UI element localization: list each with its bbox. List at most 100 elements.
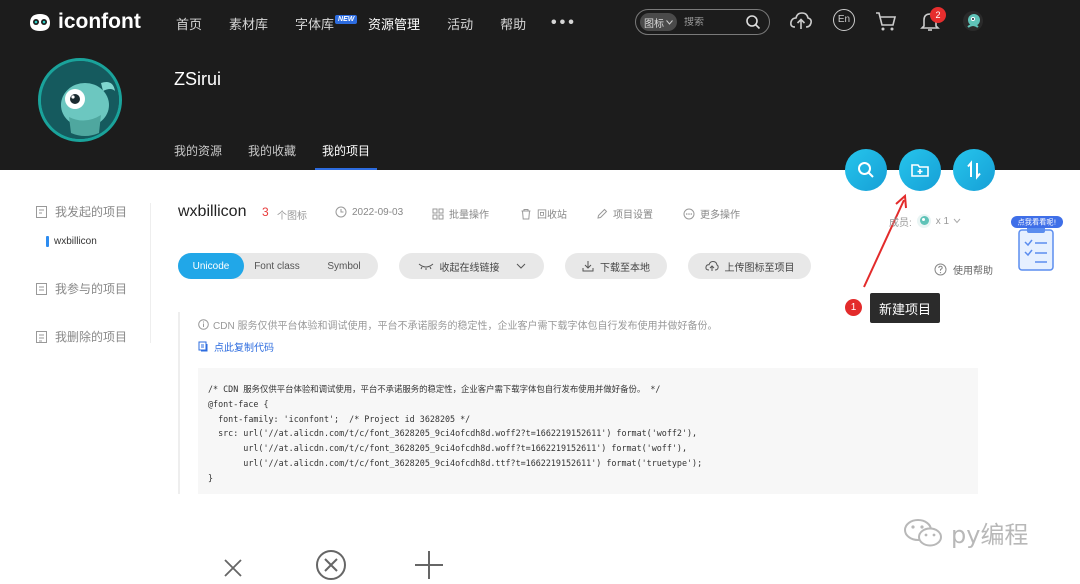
more-actions-button[interactable]: 更多操作 — [683, 206, 740, 221]
logo-icon — [30, 14, 50, 31]
chevron-down-icon — [666, 19, 673, 25]
format-tabs: Unicode Font class Symbol — [178, 253, 378, 279]
tab-unicode[interactable]: Unicode — [178, 253, 244, 279]
download-icon — [582, 261, 594, 272]
clock-icon — [335, 206, 347, 218]
question-circle-icon — [934, 263, 947, 276]
profile-tabs: 我的资源 我的收藏 我的项目 — [174, 142, 396, 170]
tab-my-projects[interactable]: 我的项目 — [315, 142, 378, 170]
new-project-button[interactable] — [899, 149, 941, 191]
icon-count-label: 个图标 — [277, 211, 307, 222]
new-badge: NEW — [335, 15, 358, 24]
batch-operation-button[interactable]: 批量操作 — [432, 206, 489, 221]
wechat-icon — [904, 518, 942, 546]
more-circle-icon — [683, 208, 695, 219]
help-link[interactable]: 使用帮助 — [934, 262, 993, 277]
promo-label: 点我看看呢! — [1018, 218, 1057, 227]
tab-my-favorites[interactable]: 我的收藏 — [248, 142, 296, 159]
icon-count: 3 — [262, 205, 269, 219]
copy-code-link[interactable]: 点此复制代码 — [198, 339, 274, 354]
sort-projects-button[interactable] — [953, 149, 995, 191]
help-label: 使用帮助 — [953, 266, 993, 277]
profile-username: ZSirui — [174, 69, 222, 89]
search-type-label: 图标 — [644, 18, 664, 30]
iconfont-logo[interactable]: iconfont — [28, 10, 141, 34]
language-toggle[interactable]: En — [833, 9, 855, 31]
notification-badge: 2 — [930, 7, 946, 23]
chevron-down-icon — [953, 218, 961, 224]
tab-my-resources[interactable]: 我的资源 — [174, 142, 222, 159]
watermark-text: py编程 — [951, 521, 1029, 549]
sidebar-item-started[interactable]: 我发起的项目 — [35, 203, 127, 220]
doc-icon — [36, 282, 47, 295]
code-line: src: url('//at.alicdn.com/t/c/font_36282… — [208, 428, 698, 439]
sidebar-project-wxbillicon[interactable]: wxbillicon — [46, 236, 97, 247]
profile-avatar[interactable] — [38, 58, 122, 142]
tab-symbol[interactable]: Symbol — [310, 253, 378, 279]
chameleon-avatar-icon — [41, 61, 119, 139]
sidebar-item-label: 我发起的项目 — [55, 205, 128, 219]
project-settings-button[interactable]: 项目设置 — [596, 206, 653, 221]
nav-resources[interactable]: 资源管理 — [368, 14, 420, 33]
download-button[interactable]: 下载至本地 — [565, 253, 667, 279]
member-avatar-icon — [916, 214, 931, 228]
search-type-select[interactable]: 图标 — [640, 13, 677, 31]
eye-closed-icon — [418, 263, 433, 270]
user-avatar-small[interactable] — [962, 10, 984, 32]
sidebar-item-label: 我删除的项目 — [55, 330, 128, 344]
collapse-link-button[interactable]: 收起在线链接 — [399, 253, 544, 279]
recycle-bin-label: 回收站 — [537, 210, 567, 221]
members-dropdown[interactable]: 成员: x 1 — [889, 213, 961, 229]
code-line: font-family: 'iconfont'; /* Project id 3… — [208, 413, 471, 424]
recycle-bin-button[interactable]: 回收站 — [520, 206, 567, 221]
tab-font-class[interactable]: Font class — [244, 253, 310, 279]
sidebar-item-label: 我参与的项目 — [55, 282, 128, 296]
code-line: url('//at.alicdn.com/t/c/font_3628205_9c… — [208, 457, 703, 468]
upload-icons-label: 上传图标至项目 — [724, 262, 795, 274]
edit-doc-icon — [36, 205, 47, 218]
search-icon[interactable] — [745, 14, 761, 30]
collapse-link-label: 收起在线链接 — [439, 262, 500, 274]
new-project-tooltip: 新建项目 — [870, 293, 940, 323]
nav-more-button[interactable]: ••• — [551, 14, 577, 32]
font-face-code[interactable]: /* CDN 服务仅供平台体验和调试使用，平台不承诺服务的稳定性，企业客户需下载… — [198, 368, 978, 494]
sidebar-item-joined[interactable]: 我参与的项目 — [35, 280, 127, 297]
copy-code-label: 点此复制代码 — [214, 343, 274, 354]
nav-events[interactable]: 活动 — [447, 14, 473, 33]
pencil-icon — [597, 208, 608, 219]
search-icon — [858, 162, 874, 178]
cart-icon[interactable] — [874, 9, 898, 33]
trash-doc-icon — [36, 330, 47, 343]
upload-cloud-icon[interactable] — [789, 9, 813, 33]
sidebar-item-deleted[interactable]: 我删除的项目 — [35, 328, 127, 345]
trash-icon — [521, 208, 531, 219]
project-date: 2022-09-03 — [335, 206, 403, 218]
close-icon[interactable] — [216, 551, 250, 584]
batch-operation-label: 批量操作 — [449, 210, 489, 221]
main-nav: 首页 素材库 字体库 NEW 资源管理 活动 帮助 — [176, 14, 553, 33]
nav-help[interactable]: 帮助 — [500, 14, 526, 33]
nav-material[interactable]: 素材库 — [229, 14, 268, 33]
project-settings-label: 项目设置 — [613, 210, 653, 221]
code-line: url('//at.alicdn.com/t/c/font_3628205_9c… — [208, 443, 688, 454]
sidebar-divider — [150, 203, 151, 343]
code-line: /* CDN 服务仅供平台体验和调试使用，平台不承诺服务的稳定性，企业客户需下载… — [208, 384, 661, 394]
nav-fonts[interactable]: 字体库 NEW — [295, 14, 358, 33]
plus-icon[interactable] — [412, 548, 446, 582]
step-badge: 1 — [845, 299, 862, 316]
upload-cloud-icon — [704, 260, 719, 271]
nav-home[interactable]: 首页 — [176, 14, 202, 33]
logo-text: iconfont — [58, 10, 141, 33]
sidebar-project-label: wxbillicon — [54, 236, 97, 247]
search-project-button[interactable] — [845, 149, 887, 191]
wechat-watermark: py编程 — [903, 515, 1028, 550]
cdn-notice: CDN 服务仅供平台体验和调试使用，平台不承诺服务的稳定性，企业客户需下载字体包… — [198, 317, 717, 332]
search-input[interactable] — [684, 16, 734, 28]
annotation-arrow-icon — [863, 193, 907, 288]
promo-clipboard-icon[interactable]: 点我看看呢! — [1011, 216, 1063, 272]
close-circle-icon[interactable] — [314, 548, 348, 582]
more-actions-label: 更多操作 — [700, 210, 740, 221]
notice-accent-line — [178, 312, 180, 494]
active-indicator — [46, 236, 49, 247]
upload-icons-button[interactable]: 上传图标至项目 — [688, 253, 811, 279]
